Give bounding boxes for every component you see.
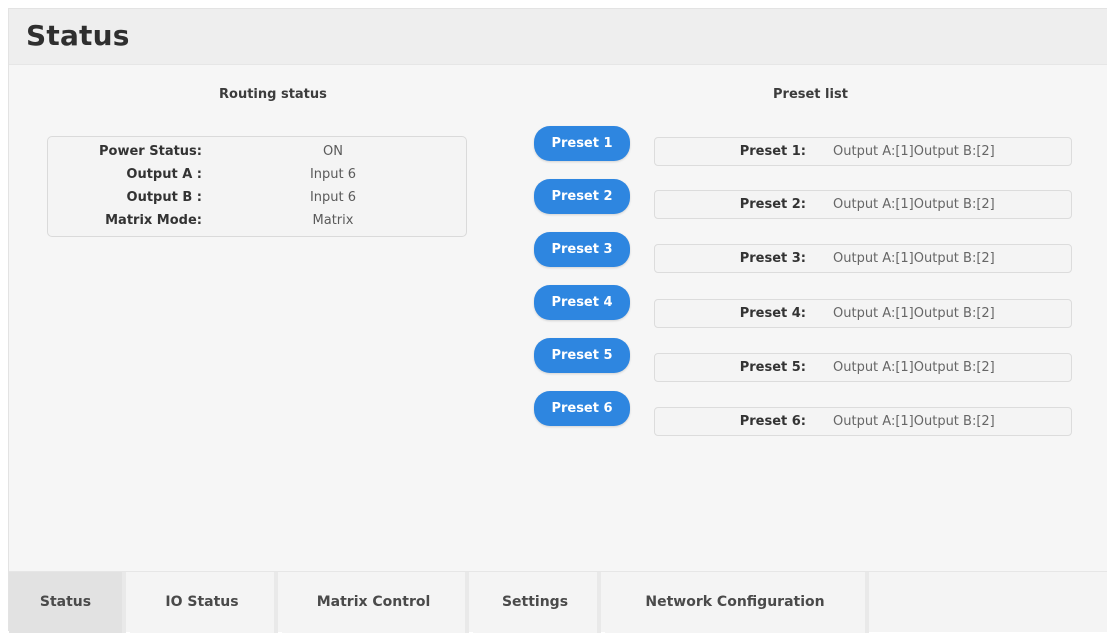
preset-3-button[interactable]: Preset 3 (534, 232, 630, 267)
output-b-value: Input 6 (309, 190, 357, 205)
routing-status-title: Routing status (219, 87, 327, 102)
routing-status-panel: Power Status: ON Output A : Input 6 Outp… (47, 136, 467, 237)
power-status-value: ON (323, 144, 343, 159)
preset-4-field: Preset 4: Output A:[1]Output B:[2] (654, 299, 1072, 328)
preset-1-field: Preset 1: Output A:[1]Output B:[2] (654, 137, 1072, 166)
preset-2-value: Output A:[1]Output B:[2] (833, 197, 995, 212)
power-status-label: Power Status: (99, 144, 202, 159)
output-b-row: Output B : Input 6 (48, 190, 466, 214)
preset-5-label: Preset 5: (739, 360, 806, 375)
page-header: Status (9, 9, 1107, 65)
preset-5-field: Preset 5: Output A:[1]Output B:[2] (654, 353, 1072, 382)
preset-6-value: Output A:[1]Output B:[2] (833, 414, 995, 429)
preset-4-button[interactable]: Preset 4 (534, 285, 630, 320)
tab-io-status[interactable]: IO Status (130, 572, 278, 633)
preset-4-label: Preset 4: (739, 306, 806, 321)
preset-2-button[interactable]: Preset 2 (534, 179, 630, 214)
tab-network-configuration[interactable]: Network Configuration (605, 572, 869, 633)
preset-2-label: Preset 2: (739, 197, 806, 212)
tab-matrix-control[interactable]: Matrix Control (282, 572, 469, 633)
preset-1-button[interactable]: Preset 1 (534, 126, 630, 161)
output-a-row: Output A : Input 6 (48, 167, 466, 191)
preset-1-value: Output A:[1]Output B:[2] (833, 144, 995, 159)
power-status-row: Power Status: ON (48, 144, 466, 168)
output-a-label: Output A : (126, 167, 202, 182)
bottom-tab-bar: Status IO Status Matrix Control Settings… (9, 571, 1107, 633)
preset-1-label: Preset 1: (739, 144, 806, 159)
preset-5-button[interactable]: Preset 5 (534, 338, 630, 373)
preset-3-value: Output A:[1]Output B:[2] (833, 251, 995, 266)
matrix-mode-value: Matrix (312, 213, 354, 228)
preset-6-button[interactable]: Preset 6 (534, 391, 630, 426)
status-page: Status Routing status Preset list Power … (8, 8, 1107, 633)
preset-3-field: Preset 3: Output A:[1]Output B:[2] (654, 244, 1072, 273)
matrix-mode-label: Matrix Mode: (105, 213, 202, 228)
preset-6-label: Preset 6: (739, 414, 806, 429)
matrix-mode-row: Matrix Mode: Matrix (48, 213, 466, 237)
preset-6-field: Preset 6: Output A:[1]Output B:[2] (654, 407, 1072, 436)
tab-settings[interactable]: Settings (473, 572, 601, 633)
preset-5-value: Output A:[1]Output B:[2] (833, 360, 995, 375)
preset-list-title: Preset list (773, 87, 848, 102)
tab-status[interactable]: Status (9, 572, 126, 633)
preset-4-value: Output A:[1]Output B:[2] (833, 306, 995, 321)
output-a-value: Input 6 (309, 167, 357, 182)
page-title: Status (26, 19, 130, 52)
preset-2-field: Preset 2: Output A:[1]Output B:[2] (654, 190, 1072, 219)
output-b-label: Output B : (126, 190, 202, 205)
preset-3-label: Preset 3: (739, 251, 806, 266)
